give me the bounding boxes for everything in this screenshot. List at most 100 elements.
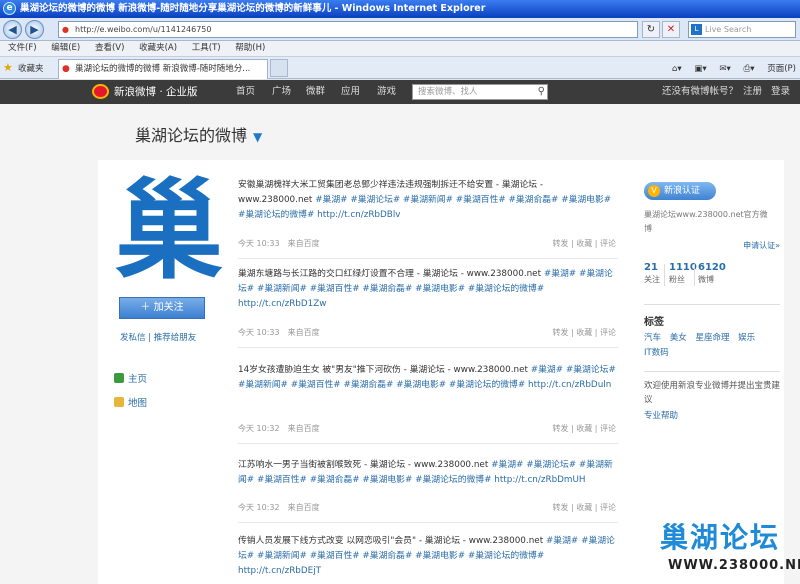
page-menu[interactable]: 页面(P) (767, 64, 796, 74)
search-icon[interactable]: ⚲ (538, 85, 545, 99)
weibo-logo[interactable]: 新浪微博 · 企业版 (92, 83, 198, 101)
home-icon[interactable]: ⌂▾ (672, 64, 682, 74)
chevron-down-icon[interactable]: ▼ (253, 130, 262, 144)
profile-links: 发私信 | 推荐给朋友 (120, 333, 197, 343)
register-link[interactable]: 注册 (743, 80, 762, 104)
weibo-search-input[interactable]: 搜索微博、找人 ⚲ (412, 84, 548, 100)
search-field[interactable]: L Live Search (688, 21, 796, 38)
profile-description: 巢湖论坛www.238000.net官方微博 (644, 210, 768, 233)
refresh-button[interactable]: ↻ (642, 21, 660, 38)
nav-groups[interactable]: 微群 (306, 80, 325, 104)
login-link[interactable]: 登录 (771, 80, 790, 104)
menu-tools[interactable]: 工具(T) (192, 43, 221, 53)
verify-badge[interactable]: V 新浪认证 (644, 182, 716, 200)
tag-item[interactable]: 星座命理 (695, 333, 729, 343)
post-time[interactable]: 今天 10:32 (238, 503, 280, 512)
help-link[interactable]: 专业帮助 (644, 409, 678, 421)
followers-count: 1110 (669, 262, 697, 273)
post-source[interactable]: 来自百度 (288, 328, 320, 337)
post-actions[interactable]: 转发 | 收藏 | 评论 (552, 500, 616, 515)
leftnav-map[interactable]: 地图 (114, 395, 147, 409)
url-text: http://e.weibo.com/u/1141246750 (75, 25, 212, 34)
divider (664, 264, 665, 286)
tag-item[interactable]: 娱乐 (738, 333, 755, 343)
post-text: 14岁女孩遭胁迫生女 被"男友"推下河砍伤 - 巢湖论坛 - www.23800… (238, 365, 528, 375)
profile-name: 巢湖论坛的微博 (135, 126, 248, 145)
send-message-link[interactable]: 发私信 (120, 333, 146, 343)
post-time[interactable]: 今天 10:32 (238, 424, 280, 433)
post-source[interactable]: 来自百度 (288, 239, 320, 248)
window-titlebar: e 巢湖论坛的微博的微博 新浪微博-随时随地分享巢湖论坛的微博的新鲜事儿 - W… (0, 0, 800, 18)
divider (238, 347, 618, 348)
nav-home[interactable]: 首页 (236, 80, 255, 104)
nav-square[interactable]: 广场 (272, 80, 291, 104)
avatar-glyph: 巢 (115, 168, 223, 290)
divider (644, 371, 780, 372)
post-link[interactable]: http://t.cn/zRbDEjT (238, 566, 321, 576)
nav-games[interactable]: 游戏 (377, 80, 396, 104)
post-time[interactable]: 今天 10:33 (238, 328, 280, 337)
favorites-label[interactable]: 收藏夹 (18, 62, 44, 74)
apply-verify-link[interactable]: 申请认证» (743, 240, 780, 251)
nav-apps[interactable]: 应用 (341, 80, 360, 104)
post-source[interactable]: 来自百度 (288, 424, 320, 433)
avatar[interactable]: 巢 (108, 168, 230, 290)
stat-following[interactable]: 21 关注 (644, 262, 660, 287)
favorites-bar: ★ 收藏夹 ● 巢湖论坛的微博的微博 新浪微博-随时随地分... ⌂▾ ▣▾ ✉… (0, 57, 800, 79)
menu-view[interactable]: 查看(V) (95, 43, 124, 53)
browser-tab[interactable]: ● 巢湖论坛的微博的微博 新浪微博-随时随地分... (58, 59, 268, 79)
leftnav-home-label: 主页 (128, 374, 148, 385)
post-link[interactable]: http://t.cn/zRbDuln (528, 380, 611, 390)
weibo-topnav: 新浪微博 · 企业版 首页 广场 微群 应用 游戏 搜索微博、找人 ⚲ 还没有微… (0, 80, 800, 104)
welcome-text: 欢迎使用新浪专业微博并提出宝贵建议 (644, 381, 781, 405)
live-search-icon: L (691, 24, 702, 35)
tab-favicon: ● (62, 64, 70, 74)
follow-button[interactable]: ＋ 加关注 (119, 297, 205, 319)
window-title: 巢湖论坛的微博的微博 新浪微博-随时随地分享巢湖论坛的微博的新鲜事儿 - Win… (20, 3, 486, 14)
post-link[interactable]: http://t.cn/zRbDmUH (494, 475, 585, 485)
forward-button[interactable]: ▶ (25, 20, 44, 39)
menu-favorites[interactable]: 收藏夹(A) (139, 43, 177, 53)
menu-help[interactable]: 帮助(H) (235, 43, 265, 53)
followers-label: 粉丝 (669, 275, 685, 284)
verify-label: 新浪认证 (664, 186, 701, 196)
post-link[interactable]: http://t.cn/zRbD1Zw (238, 299, 326, 309)
menu-edit[interactable]: 编辑(E) (51, 43, 80, 53)
post-actions[interactable]: 转发 | 收藏 | 评论 (552, 421, 616, 436)
divider (238, 443, 618, 444)
stat-posts[interactable]: 6120 微博 (698, 262, 726, 287)
following-count: 21 (644, 262, 658, 273)
feed-item: 传销人员发展下线方式改变 以网恋吸引"会员" - 巢湖论坛 - www.2380… (238, 534, 620, 580)
favorites-star-icon[interactable]: ★ (3, 61, 13, 74)
stat-followers[interactable]: 1110 粉丝 (669, 262, 697, 287)
logo-text: 新浪微博 · 企业版 (114, 86, 198, 98)
url-field[interactable]: ● http://e.weibo.com/u/1141246750 (58, 21, 638, 38)
post-link[interactable]: http://t.cn/zRbDBlv (317, 210, 400, 220)
feeds-icon[interactable]: ▣▾ (694, 64, 706, 74)
back-button[interactable]: ◀ (3, 20, 22, 39)
post-time[interactable]: 今天 10:33 (238, 239, 280, 248)
post-text: 传销人员发展下线方式改变 以网恋吸引"会员" - 巢湖论坛 - www.2380… (238, 536, 544, 546)
verified-icon: V (648, 185, 660, 197)
print-icon[interactable]: ⎙▾ (743, 64, 754, 74)
tag-item[interactable]: IT数码 (644, 348, 669, 358)
watermark-url: WWW.238000.NET (668, 558, 800, 573)
tag-item[interactable]: 美女 (670, 333, 687, 343)
post-actions[interactable]: 转发 | 收藏 | 评论 (552, 325, 616, 340)
leftnav-map-label: 地图 (128, 398, 148, 409)
feed-item: 安徽巢湖槐祥大米工贸集团老总鄧少祥违法违规强制拆迁不给安置 - 巢湖论坛 - w… (238, 178, 620, 259)
mail-icon[interactable]: ✉▾ (719, 64, 730, 74)
leftnav-home[interactable]: 主页 (114, 371, 147, 385)
tag-item[interactable]: 汽车 (644, 333, 661, 343)
post-source[interactable]: 来自百度 (288, 503, 320, 512)
following-label: 关注 (644, 275, 660, 284)
recommend-link[interactable]: 推荐给朋友 (154, 333, 197, 343)
posts-label: 微博 (698, 275, 714, 284)
ie-icon: e (3, 2, 16, 15)
post-actions[interactable]: 转发 | 收藏 | 评论 (552, 236, 616, 251)
page-title: 巢湖论坛的微博 ▼ (135, 122, 262, 146)
new-tab-button[interactable] (270, 59, 288, 77)
stop-button[interactable]: ✕ (662, 21, 680, 38)
tag-list: 汽车 美女 星座命理 娱乐 IT数码 (644, 331, 780, 361)
menu-file[interactable]: 文件(F) (8, 43, 37, 53)
